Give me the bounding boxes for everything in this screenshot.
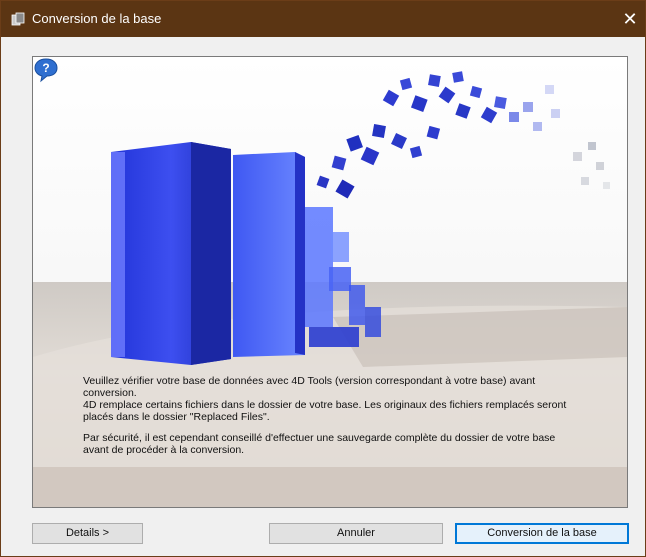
close-icon[interactable]: ✕ <box>615 1 645 37</box>
message-line: placés dans le dossier "Replaced Files". <box>83 411 270 423</box>
message-line: Veuillez vérifier votre base de données … <box>83 375 536 387</box>
message-line: 4D remplace certains fichiers dans le do… <box>83 399 567 411</box>
svg-text:?: ? <box>42 61 49 75</box>
title-bar[interactable]: Conversion de la base ✕ <box>1 1 645 37</box>
window-title: Conversion de la base <box>32 11 162 26</box>
message-line: conversion. <box>83 387 137 399</box>
message-text: Veuillez vérifier votre base de données … <box>83 375 623 456</box>
help-question-icon: ? <box>34 58 58 83</box>
details-button[interactable]: Details > <box>32 523 143 544</box>
message-line: avant de procéder à la conversion. <box>83 444 245 456</box>
message-line: Par sécurité, il est cependant conseillé… <box>83 432 556 444</box>
database-app-icon <box>11 12 25 26</box>
illustration-panel: ? Veuillez vérifier votre base de donnée… <box>32 56 628 508</box>
cancel-button[interactable]: Annuler <box>269 523 443 544</box>
dialog-window: Conversion de la base ✕ ? Veuillez vérif… <box>0 0 646 557</box>
convert-button[interactable]: Conversion de la base <box>455 523 629 544</box>
